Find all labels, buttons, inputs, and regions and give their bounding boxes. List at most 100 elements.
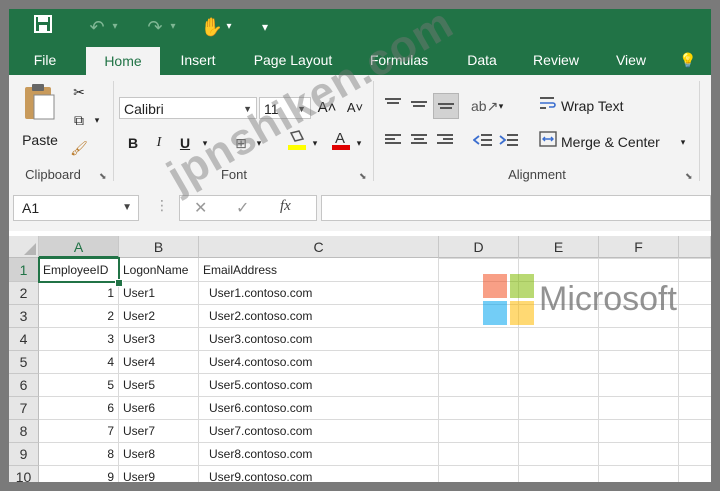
alignment-launcher-icon[interactable]: ⬊ — [685, 171, 693, 182]
bottom-align-icon[interactable] — [433, 93, 459, 119]
cell-email[interactable]: User1.contoso.com — [199, 282, 439, 305]
align-left-icon[interactable] — [381, 131, 405, 153]
select-all-corner[interactable] — [9, 236, 39, 258]
customize-qat-icon[interactable]: ▾ — [257, 14, 273, 40]
insert-function-button[interactable]: fx — [280, 198, 291, 215]
cell-email[interactable]: User3.contoso.com — [199, 328, 439, 351]
row-header[interactable]: 5 — [9, 351, 39, 374]
row-header[interactable]: 7 — [9, 397, 39, 420]
cell-logon[interactable]: User9 — [119, 466, 199, 482]
tab-data[interactable]: Data — [457, 45, 507, 75]
tab-file[interactable]: File — [23, 45, 67, 75]
cell-id[interactable]: 7 — [39, 420, 119, 443]
format-painter-icon[interactable]: 🖌 — [67, 137, 91, 159]
cell-logon[interactable]: User8 — [119, 443, 199, 466]
cut-icon[interactable]: ✂ — [67, 81, 91, 103]
clipboard-launcher-icon[interactable]: ⬊ — [99, 171, 107, 182]
redo-dropdown-icon[interactable]: ▾ — [167, 14, 179, 40]
tab-view[interactable]: View — [607, 45, 655, 75]
wrap-text-icon[interactable] — [537, 95, 559, 117]
paste-button[interactable]: Paste — [15, 129, 65, 151]
wrap-text-button[interactable]: Wrap Text — [561, 95, 637, 117]
cell-email[interactable]: User6.contoso.com — [199, 397, 439, 420]
align-center-icon[interactable] — [407, 131, 431, 153]
row-header[interactable]: 2 — [9, 282, 39, 305]
increase-indent-icon[interactable] — [497, 131, 521, 153]
cell-logon[interactable]: User1 — [119, 282, 199, 305]
cell-id[interactable]: 9 — [39, 466, 119, 482]
tab-insert[interactable]: Insert — [169, 45, 227, 75]
touch-mode-icon[interactable]: ✋ — [199, 14, 225, 40]
cell-logon[interactable]: User7 — [119, 420, 199, 443]
cell-logon[interactable]: User4 — [119, 351, 199, 374]
tab-home[interactable]: Home — [86, 47, 160, 75]
merge-center-button[interactable]: Merge & Center — [561, 131, 673, 153]
cell-email[interactable]: User2.contoso.com — [199, 305, 439, 328]
cell-id[interactable]: 4 — [39, 351, 119, 374]
clipboard-paste-icon[interactable] — [19, 83, 59, 123]
lightbulb-icon[interactable]: 💡 — [675, 45, 701, 75]
orientation-dropdown-icon[interactable]: ▾ — [495, 95, 507, 117]
cell-c1[interactable]: EmailAddress — [199, 258, 439, 282]
cell-email[interactable]: User5.contoso.com — [199, 374, 439, 397]
cell-logon[interactable]: User3 — [119, 328, 199, 351]
middle-align-icon[interactable] — [407, 95, 431, 117]
row-header[interactable]: 10 — [9, 466, 39, 482]
column-header-c[interactable]: C — [199, 236, 439, 258]
column-header-f[interactable]: F — [599, 236, 679, 258]
drag-handle-icon[interactable]: ⋮ — [155, 197, 169, 214]
column-header-e[interactable]: E — [519, 236, 599, 258]
top-align-icon[interactable] — [381, 95, 405, 117]
fill-color-dropdown-icon[interactable]: ▾ — [309, 132, 321, 154]
column-header-d[interactable]: D — [439, 236, 519, 258]
excel-window: ↶ ▾ ↷ ▾ ✋ ▾ ▾ File Home Insert Page Layo… — [9, 9, 711, 482]
column-header-a[interactable]: A — [39, 236, 119, 258]
row-header[interactable]: 3 — [9, 305, 39, 328]
copy-icon[interactable]: ⧉ — [67, 109, 91, 131]
cell-logon[interactable]: User2 — [119, 305, 199, 328]
cell-logon[interactable]: User5 — [119, 374, 199, 397]
font-color-dropdown-icon[interactable]: ▾ — [353, 132, 365, 154]
merge-center-icon[interactable] — [537, 131, 559, 153]
tab-review[interactable]: Review — [523, 45, 589, 75]
name-box[interactable]: A1 ▼ — [13, 195, 139, 221]
save-icon[interactable] — [29, 14, 57, 40]
column-header-b[interactable]: B — [119, 236, 199, 258]
enter-icon[interactable]: ✓ — [236, 198, 249, 218]
cell-email[interactable]: User4.contoso.com — [199, 351, 439, 374]
orientation-icon[interactable]: ab↗ — [471, 95, 498, 117]
undo-icon[interactable]: ↶ — [83, 14, 111, 40]
formula-input[interactable] — [321, 195, 711, 221]
cell-id[interactable]: 5 — [39, 374, 119, 397]
row-header[interactable]: 9 — [9, 443, 39, 466]
row-header[interactable]: 8 — [9, 420, 39, 443]
cell-email[interactable]: User8.contoso.com — [199, 443, 439, 466]
touch-mode-dropdown-icon[interactable]: ▾ — [223, 14, 235, 40]
row-header[interactable]: 6 — [9, 374, 39, 397]
cell-email[interactable]: User7.contoso.com — [199, 420, 439, 443]
merge-dropdown-icon[interactable]: ▾ — [677, 131, 689, 153]
cell-id[interactable]: 2 — [39, 305, 119, 328]
cancel-icon[interactable]: ✕ — [194, 198, 207, 218]
cell-email[interactable]: User9.contoso.com — [199, 466, 439, 482]
cell-id[interactable]: 3 — [39, 328, 119, 351]
cell-a1[interactable]: EmployeeID — [39, 258, 119, 282]
decrease-indent-icon[interactable] — [471, 131, 495, 153]
fill-handle[interactable] — [115, 279, 123, 287]
cell-b1[interactable]: LogonName — [119, 258, 199, 282]
copy-dropdown-icon[interactable]: ▾ — [91, 109, 103, 131]
bold-button[interactable]: B — [123, 132, 143, 154]
row-header[interactable]: 1 — [9, 258, 39, 282]
row-header[interactable]: 4 — [9, 328, 39, 351]
font-color-icon[interactable]: A — [329, 129, 353, 157]
cell-id[interactable]: 1 — [39, 282, 119, 305]
undo-dropdown-icon[interactable]: ▾ — [109, 14, 121, 40]
font-launcher-icon[interactable]: ⬊ — [359, 171, 367, 182]
align-right-icon[interactable] — [433, 131, 457, 153]
column-header-next[interactable] — [679, 236, 711, 258]
cell-id[interactable]: 8 — [39, 443, 119, 466]
cell-id[interactable]: 6 — [39, 397, 119, 420]
redo-icon[interactable]: ↷ — [141, 14, 169, 40]
cell-logon[interactable]: User6 — [119, 397, 199, 420]
italic-button[interactable]: I — [149, 132, 169, 154]
